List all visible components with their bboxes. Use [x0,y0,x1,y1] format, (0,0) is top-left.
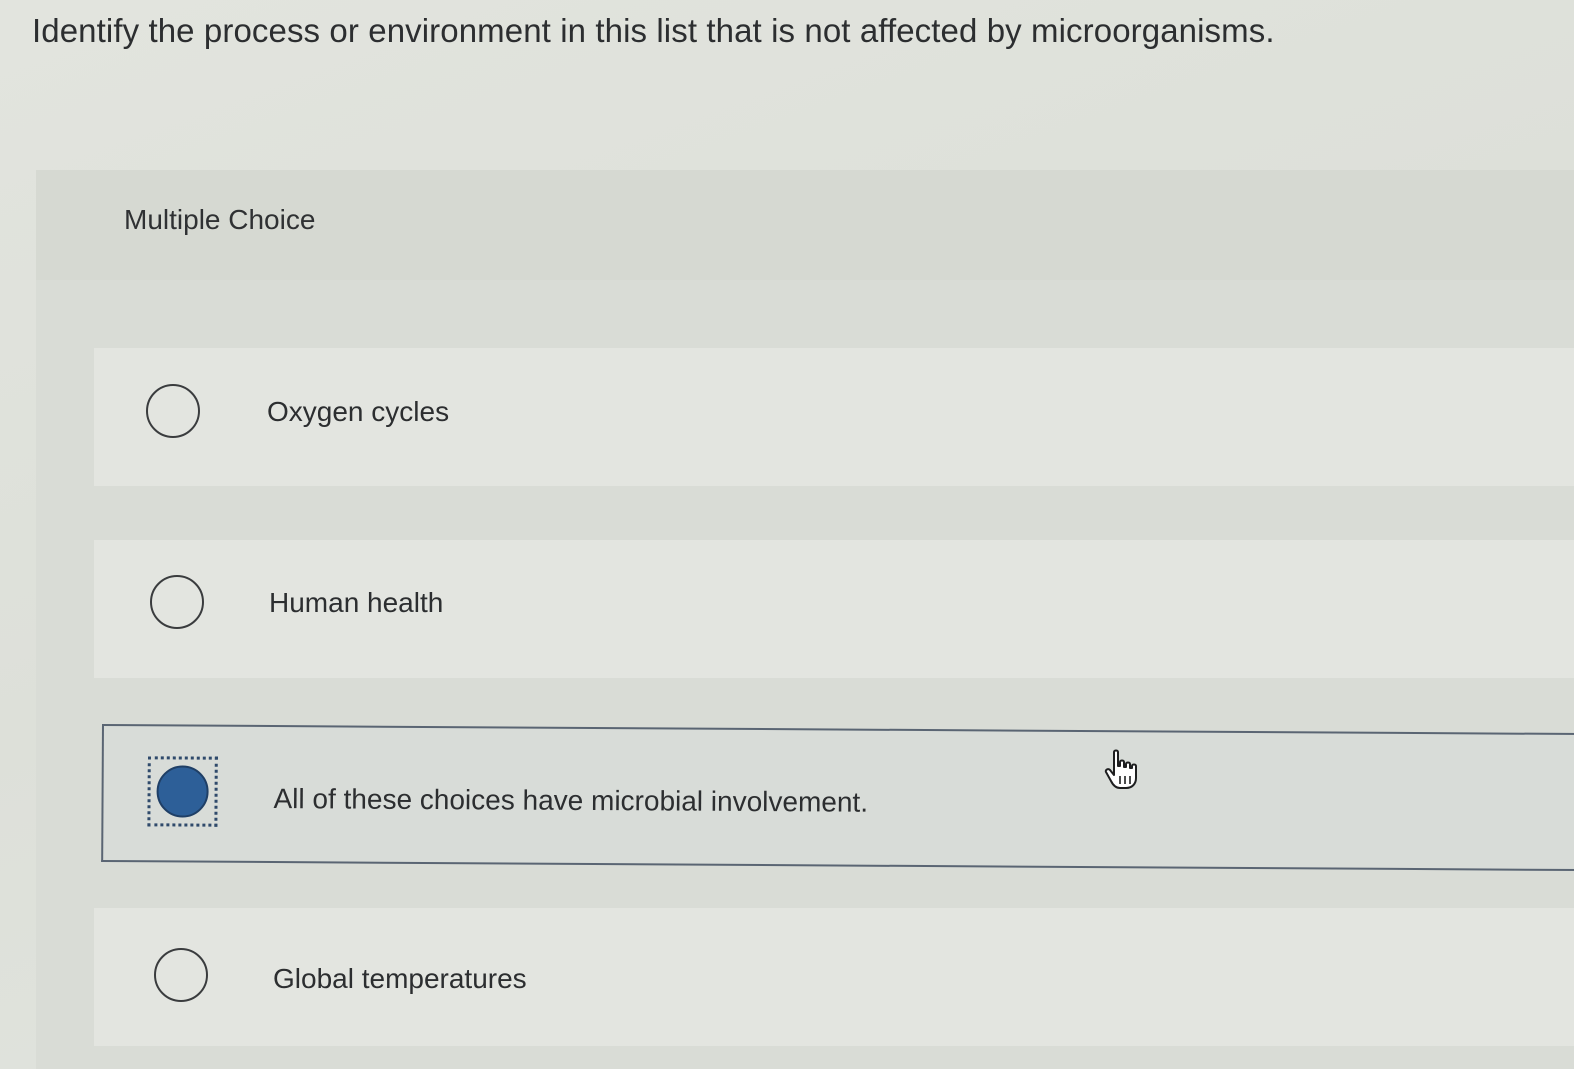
hand-pointer-icon [1104,749,1137,789]
question-text: Identify the process or environment in t… [32,12,1275,49]
multiple-choice-panel: Multiple Choice Oxygen cycles Human heal… [36,170,1574,1069]
radio-focus-ring[interactable] [147,756,218,827]
option-global-temperatures[interactable]: Global temperatures [94,908,1574,1046]
option-all-microbial[interactable]: All of these choices have microbial invo… [101,724,1574,872]
option-oxygen-cycles[interactable]: Oxygen cycles [94,348,1574,486]
radio-button-selected[interactable] [156,765,209,818]
multiple-choice-label: Multiple Choice [124,204,316,235]
option-human-health[interactable]: Human health [94,540,1574,678]
option-label: Global temperatures [273,963,527,994]
option-label: Human health [269,587,444,618]
radio-button[interactable] [154,948,208,1002]
radio-button[interactable] [150,575,204,629]
option-label: Oxygen cycles [267,396,450,427]
page: Identify the process or environment in t… [0,0,1574,1069]
option-label: All of these choices have microbial invo… [273,783,869,818]
panel-header: Multiple Choice [36,170,1574,280]
radio-button[interactable] [146,384,200,438]
